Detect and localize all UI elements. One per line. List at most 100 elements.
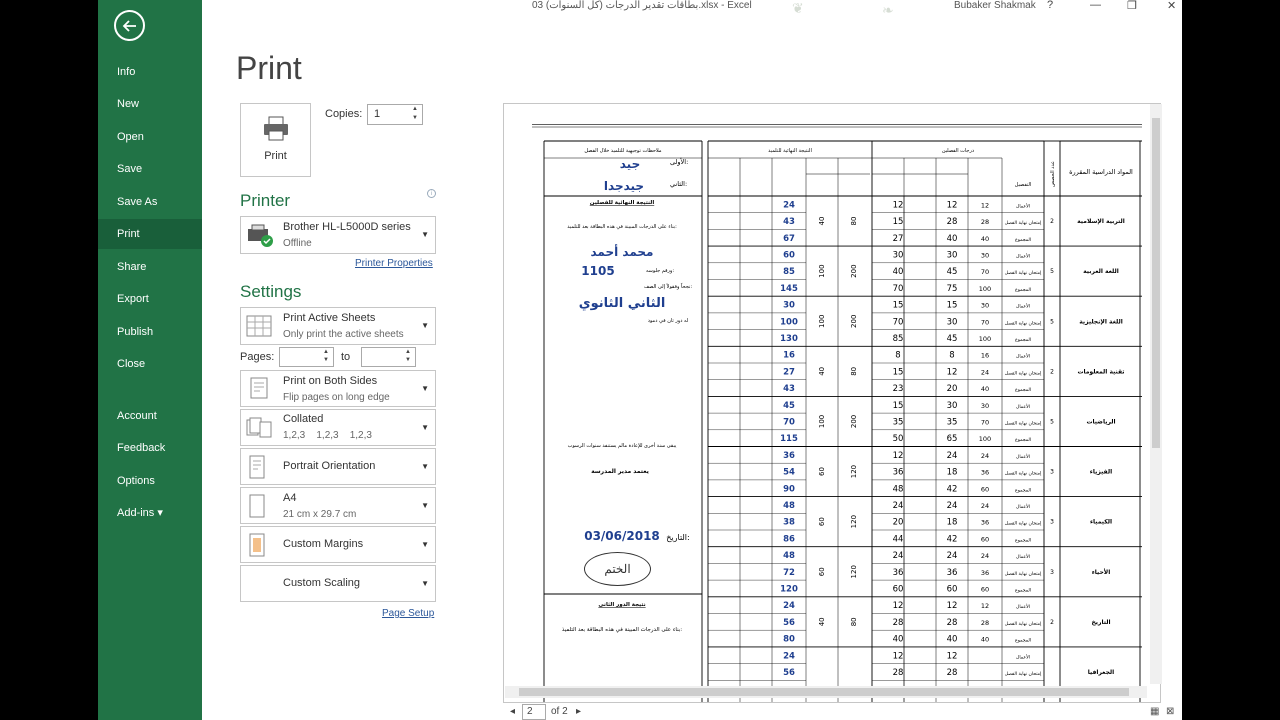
spin-up-icon[interactable]: ▲ — [323, 349, 331, 355]
minimize-button[interactable]: — — [1090, 0, 1101, 11]
term2-mark: 28 — [893, 668, 904, 678]
printer-dropdown[interactable]: Brother HL-L5000D series Offline ▼ — [240, 216, 436, 254]
nav-item-share[interactable]: Share — [98, 252, 202, 282]
spin-down-icon[interactable]: ▼ — [405, 357, 413, 363]
subject-name: التاريخ — [1091, 619, 1110, 626]
scaling-dropdown[interactable]: Custom Scaling ▼ — [240, 565, 436, 602]
term1-mark: 15 — [947, 301, 958, 311]
subject-name: تقنية المعلومات — [1077, 368, 1124, 375]
title-bar: ❦ ❧ بطاقات تقدير الدرجات (كل السنوات) 03… — [202, 0, 1182, 18]
window-title: بطاقات تقدير الدرجات (كل السنوات) 03.xls… — [532, 0, 752, 11]
vertical-scrollbar[interactable] — [1150, 104, 1162, 684]
nav-item-open[interactable]: Open — [98, 122, 202, 152]
copies-input[interactable]: 1 ▲ ▼ — [367, 104, 423, 125]
term1-mark: 12 — [947, 200, 958, 210]
sheet-grid-icon — [246, 315, 272, 337]
nav-item-info[interactable]: Info — [98, 57, 202, 87]
back-arrow-icon — [122, 20, 136, 32]
grade-level: الثاني الثانوي — [579, 296, 666, 311]
full-mark: 60 — [981, 485, 989, 493]
printer-name: Brother HL-L5000D series — [283, 221, 411, 233]
nav-item-print[interactable]: Print — [98, 219, 202, 249]
page-setup-link[interactable]: Page Setup — [382, 608, 434, 619]
term2-mark: 24 — [893, 551, 904, 561]
subject-name: الفيزياء — [1090, 469, 1112, 476]
show-margins-icon[interactable]: ▦ — [1150, 706, 1159, 717]
total-mark: 24 — [783, 601, 795, 611]
full-mark: 70 — [981, 318, 989, 326]
chevron-down-icon: ▼ — [421, 423, 429, 432]
row-label: إمتحان نهاية الفصل — [1005, 472, 1043, 477]
back-button[interactable] — [114, 10, 145, 41]
subjects-header: المواد الدراسية المقررة — [1069, 168, 1133, 176]
prev-page-icon[interactable]: ◂ — [510, 706, 515, 717]
printer-properties-link[interactable]: Printer Properties — [355, 258, 433, 269]
total-mark: 56 — [783, 618, 795, 628]
close-button[interactable]: ✕ — [1167, 0, 1176, 12]
printer-status: Offline — [283, 238, 312, 249]
duplex-dropdown[interactable]: Print on Both Sides Flip pages on long e… — [240, 370, 436, 407]
pages-to-input[interactable]: ▲ ▼ — [361, 347, 416, 367]
margins-dropdown[interactable]: Custom Margins ▼ — [240, 526, 436, 563]
rating-value-2: جيدجدا — [604, 179, 644, 193]
help-button[interactable]: ? — [1047, 0, 1053, 11]
full-mark: 28 — [981, 218, 989, 226]
current-page-input[interactable]: 2 — [522, 704, 546, 720]
term1-mark: 45 — [947, 334, 958, 344]
info-icon[interactable]: i — [427, 189, 436, 198]
rating-label-1: الأولى: — [670, 157, 688, 166]
print-button[interactable]: Print — [240, 103, 311, 177]
term1-mark: 30 — [947, 250, 958, 260]
term1-mark: 12 — [947, 651, 958, 661]
full-mark: 24 — [981, 368, 989, 376]
pages-from-input[interactable]: ▲ ▼ — [279, 347, 334, 367]
orientation-dropdown[interactable]: Portrait Orientation ▼ — [240, 448, 436, 485]
term2-mark: 44 — [893, 534, 904, 544]
total-mark: 27 — [783, 367, 795, 377]
zoom-to-page-icon[interactable]: ⊠ — [1166, 706, 1174, 717]
term2-mark: 48 — [893, 484, 904, 494]
row-label: إمتحان نهاية الفصل — [1005, 572, 1043, 577]
print-what-main: Print Active Sheets — [283, 312, 376, 324]
full-mark: 36 — [981, 569, 989, 577]
row-label: إمتحان نهاية الفصل — [1005, 321, 1043, 326]
duplex-icon — [250, 377, 268, 399]
total-mark: 120 — [780, 584, 798, 594]
total-mark: 24 — [783, 200, 795, 210]
restore-button[interactable]: ❐ — [1127, 0, 1137, 12]
row-label: الأعمال — [1016, 653, 1030, 660]
full-mark: 60 — [981, 535, 989, 543]
horizontal-scrollbar[interactable] — [505, 686, 1147, 698]
nav-item-feedback[interactable]: Feedback — [98, 433, 202, 463]
spin-down-icon[interactable]: ▼ — [323, 357, 331, 363]
seat-number: 1105 — [581, 264, 614, 278]
term1-mark: 24 — [947, 451, 958, 461]
nav-item-account[interactable]: Account — [98, 401, 202, 431]
sheet-bg — [532, 124, 1142, 702]
nav-item-publish[interactable]: Publish — [98, 317, 202, 347]
total-mark: 67 — [783, 234, 795, 244]
term1-mark: 24 — [947, 551, 958, 561]
scroll-thumb[interactable] — [519, 688, 1129, 696]
total-mark: 30 — [783, 301, 795, 311]
nav-item-options[interactable]: Options — [98, 466, 202, 496]
nav-item-add-ins[interactable]: Add-ins ▾ — [98, 498, 202, 528]
row-label: الأعمال — [1016, 553, 1030, 560]
term2-mark: 23 — [893, 384, 904, 394]
subject-max-grade: 120 — [850, 515, 858, 528]
spin-up-icon[interactable]: ▲ — [412, 106, 420, 112]
leaf-decoration-icon: ❧ — [882, 2, 894, 18]
user-name[interactable]: Bubaker Shakmak — [954, 0, 1036, 11]
nav-item-save-as[interactable]: Save As — [98, 187, 202, 217]
spin-down-icon[interactable]: ▼ — [412, 115, 420, 121]
next-page-icon[interactable]: ▸ — [576, 706, 581, 717]
nav-item-save[interactable]: Save — [98, 154, 202, 184]
collate-dropdown[interactable]: Collated 1,2,3 1,2,3 1,2,3 ▼ — [240, 409, 436, 446]
scroll-thumb[interactable] — [1152, 118, 1160, 448]
spin-up-icon[interactable]: ▲ — [405, 349, 413, 355]
paper-size-dropdown[interactable]: A4 21 cm x 29.7 cm ▼ — [240, 487, 436, 524]
nav-item-new[interactable]: New — [98, 89, 202, 119]
print-what-dropdown[interactable]: Print Active Sheets Only print the activ… — [240, 307, 436, 345]
nav-item-close[interactable]: Close — [98, 349, 202, 379]
nav-item-export[interactable]: Export — [98, 284, 202, 314]
